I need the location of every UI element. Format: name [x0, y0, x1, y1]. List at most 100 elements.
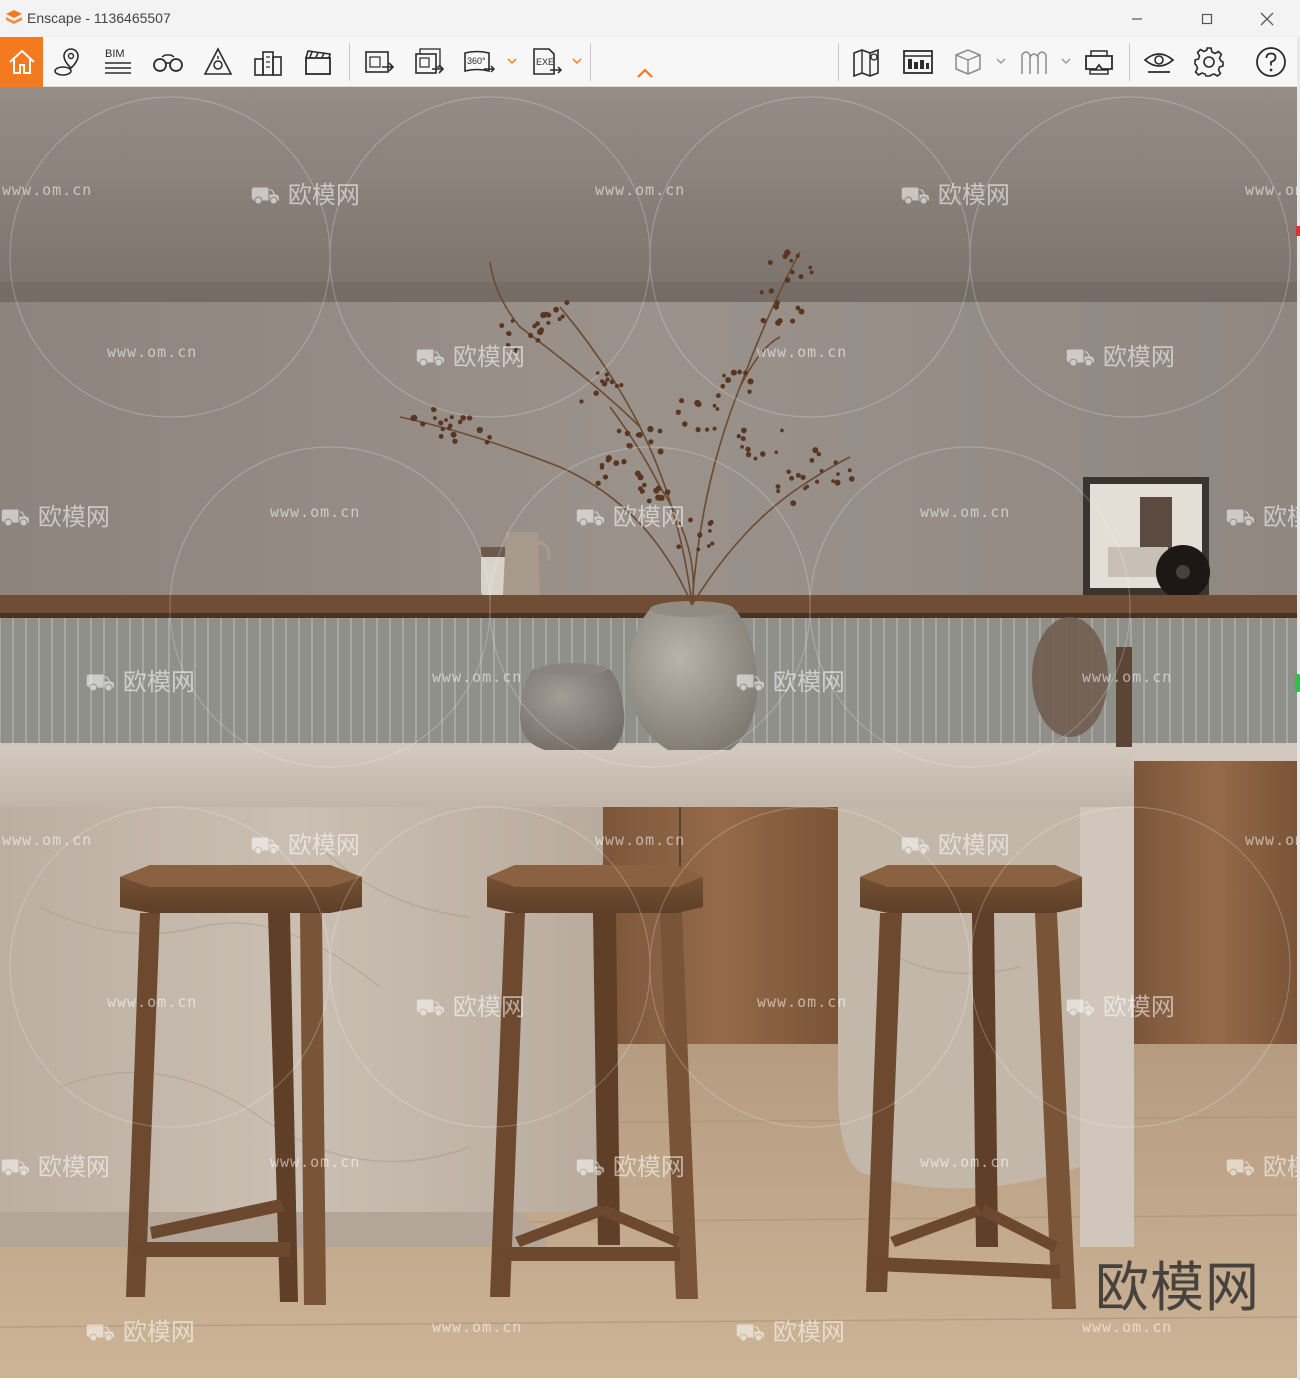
- watermark-brand-text: ⛟ 欧模网: [250, 181, 360, 209]
- batch-render-button[interactable]: [409, 41, 449, 83]
- render-viewport[interactable]: www.om.cn ⛟ 欧模网 www.om.cn ⛟ 欧模网 www.om.cn www…: [0, 87, 1297, 1378]
- watermark-brand-text: ⛟ 欧模网: [0, 1153, 110, 1181]
- berry: [452, 438, 458, 444]
- berry: [740, 444, 744, 449]
- video-editor-button[interactable]: [298, 41, 338, 83]
- berry: [747, 378, 754, 385]
- berry: [775, 484, 781, 490]
- watermark-site-text: www.om.cn: [1082, 668, 1173, 686]
- title-bar: Enscape - 1136465507: [0, 0, 1300, 37]
- berry: [725, 377, 732, 383]
- berry: [805, 484, 810, 489]
- chevron-down-icon: [572, 58, 582, 65]
- watermark-site-text: www.om.cn: [107, 993, 198, 1011]
- berry: [411, 414, 418, 421]
- watermark-site-text: www.om.cn: [920, 503, 1011, 521]
- vr-headset-icon: [1085, 50, 1113, 75]
- binoculars-icon: [153, 54, 183, 72]
- berry: [773, 304, 780, 310]
- export-exe-icon: EXE: [533, 48, 563, 75]
- chevron-down-icon: [507, 58, 517, 65]
- berry: [775, 319, 782, 326]
- panorama-dropdown[interactable]: [506, 55, 518, 67]
- map-button[interactable]: [848, 41, 888, 83]
- berry: [510, 319, 515, 323]
- chevron-down-icon: [996, 58, 1006, 65]
- berry: [706, 544, 711, 548]
- minimize-button[interactable]: [1114, 0, 1160, 37]
- watermark-brand-text: ⛟ 欧模网: [250, 831, 360, 859]
- help-button[interactable]: [1251, 41, 1291, 83]
- chevron-up-icon: [637, 68, 653, 78]
- watermark-brand-text: ⛟ 欧模网: [735, 668, 845, 696]
- maximize-button[interactable]: [1184, 0, 1230, 37]
- svg-text:360°: 360°: [467, 56, 486, 66]
- location-button[interactable]: [48, 41, 88, 83]
- berry: [457, 419, 463, 425]
- berry: [642, 482, 647, 488]
- maximize-icon: [1201, 13, 1213, 24]
- corner-watermark: 欧模网: [1095, 1256, 1260, 1319]
- bim-button[interactable]: BIM: [98, 41, 138, 83]
- berry: [440, 426, 445, 432]
- berry: [834, 479, 841, 486]
- berry: [601, 380, 608, 387]
- asset-dropdown[interactable]: [1060, 55, 1072, 67]
- berry: [688, 517, 693, 523]
- batch-render-icon: [415, 48, 445, 74]
- berry: [730, 369, 737, 376]
- close-button[interactable]: [1244, 0, 1290, 37]
- berry: [780, 428, 784, 433]
- asset-library-button[interactable]: [1014, 41, 1054, 83]
- panorama-360-icon: 360°: [464, 50, 496, 73]
- berry: [528, 332, 534, 339]
- visual-presets-button[interactable]: [898, 41, 938, 83]
- berry: [449, 415, 454, 420]
- export-exe-button[interactable]: EXE: [526, 41, 566, 83]
- watermark-brand-text: ⛟ 欧模网: [1225, 503, 1297, 531]
- berry: [760, 451, 766, 457]
- toolbar-separator: [838, 43, 839, 81]
- minimize-icon: [1132, 17, 1142, 20]
- berry: [715, 393, 721, 399]
- berry: [812, 447, 819, 454]
- watermark-brand-text: ⛟ 欧模网: [575, 503, 685, 531]
- berry: [560, 314, 565, 319]
- map-icon: [853, 48, 879, 78]
- berry: [535, 338, 541, 343]
- window-title: Enscape - 1136465507: [27, 10, 171, 26]
- berry: [696, 547, 701, 552]
- section-dropdown[interactable]: [995, 55, 1007, 67]
- berry: [710, 541, 715, 546]
- light-view-button[interactable]: [198, 41, 238, 83]
- site-context-button[interactable]: [248, 41, 288, 83]
- chevron-down-icon: [1061, 58, 1071, 65]
- berry: [712, 426, 717, 431]
- settings-gear-icon: [1194, 47, 1224, 77]
- watermark-site-text: www.om.cn: [107, 343, 198, 361]
- render-image-button[interactable]: [359, 41, 399, 83]
- export-dropdown[interactable]: [571, 55, 583, 67]
- berry: [695, 401, 702, 408]
- section-cube-icon: [955, 49, 981, 75]
- berry: [816, 451, 822, 457]
- status-indicator-green: [1295, 674, 1300, 692]
- section-cube-button[interactable]: [948, 41, 988, 83]
- berry: [476, 426, 484, 434]
- berry: [657, 448, 664, 455]
- settings-button[interactable]: [1189, 41, 1229, 83]
- panorama-button[interactable]: 360°: [459, 41, 499, 83]
- berry: [595, 480, 601, 486]
- berry: [664, 489, 671, 495]
- berry: [676, 544, 682, 550]
- berry: [635, 432, 641, 438]
- berry: [624, 430, 631, 437]
- berry: [708, 519, 714, 525]
- home-button[interactable]: [0, 37, 43, 87]
- berry: [800, 474, 806, 480]
- collapse-toolbar-button[interactable]: [633, 64, 657, 82]
- watermark-brand-text: ⛟ 欧模网: [900, 831, 1010, 859]
- vr-headset-button[interactable]: [1079, 41, 1119, 83]
- walk-mode-button[interactable]: [148, 41, 188, 83]
- view-settings-button[interactable]: [1139, 41, 1179, 83]
